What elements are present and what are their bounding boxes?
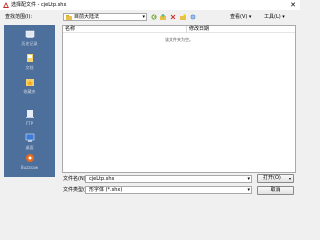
buzzsaw-icon xyxy=(25,154,34,162)
places-item-desktop[interactable]: 桌面 xyxy=(4,133,55,150)
tools-menu-label: 工具(L) xyxy=(264,14,281,20)
places-item-buzzsaw[interactable]: Buzzsaw xyxy=(4,153,55,170)
places-item-label: FTP xyxy=(25,121,34,126)
places-item-history[interactable]: 历史记录 xyxy=(4,29,55,46)
places-bar: 历史记录 文档 收藏夹 FTP 桌面 Buzzsaw xyxy=(4,25,55,177)
new-folder-icon[interactable] xyxy=(180,14,186,20)
folder-icon xyxy=(66,15,72,20)
chevron-down-icon[interactable]: ▾ xyxy=(142,14,145,20)
close-button[interactable]: ✕ xyxy=(289,1,297,9)
back-icon[interactable] xyxy=(151,14,157,20)
file-list[interactable]: 名称 修改日期 该文件夹为空。 xyxy=(62,25,296,173)
favorites-icon xyxy=(25,79,34,86)
autocad-app-icon xyxy=(3,2,9,8)
chevron-down-icon[interactable]: ▾ xyxy=(247,176,250,182)
ftp-icon xyxy=(25,110,34,118)
view-menu-label: 查看(V) xyxy=(230,14,248,20)
places-item-favorites[interactable]: 收藏夹 xyxy=(4,77,55,94)
lookin-label: 查找范围(I): xyxy=(5,14,33,20)
places-item-label: 历史记录 xyxy=(21,41,38,46)
places-item-documents[interactable]: 文档 xyxy=(4,53,55,70)
filename-value: cjeLtp.shx xyxy=(89,176,115,182)
view-menu[interactable]: 查看(V) ▾ xyxy=(230,14,251,20)
tools-menu[interactable]: 工具(L) ▾ xyxy=(264,14,285,20)
title-bar: 选择配文件 - cjeLtp.shx ✕ xyxy=(0,0,300,10)
filetype-select[interactable]: 形字体 (*.shx) ▾ xyxy=(85,186,252,194)
lookin-dropdown[interactable]: 目前大陆法 ▾ xyxy=(63,13,147,21)
filename-input[interactable]: cjeLtp.shx ▾ xyxy=(85,175,252,183)
filetype-value: 形字体 (*.shx) xyxy=(89,187,123,193)
places-item-label: 文档 xyxy=(25,65,34,70)
column-header-modified[interactable]: 修改日期 xyxy=(187,26,295,33)
search-web-icon[interactable] xyxy=(190,14,196,20)
places-item-label: 收藏夹 xyxy=(23,89,36,94)
up-folder-icon[interactable] xyxy=(160,14,166,20)
window-title: 选择配文件 - cjeLtp.shx xyxy=(11,2,67,8)
empty-folder-message: 该文件夹为空。 xyxy=(165,37,193,42)
places-item-label: Buzzsaw xyxy=(20,165,39,170)
lookin-value: 目前大陆法 xyxy=(74,14,100,20)
desktop-icon xyxy=(25,133,34,142)
open-button-label: 打开(O) xyxy=(263,175,281,181)
places-item-ftp[interactable]: FTP xyxy=(4,109,55,126)
column-header-name[interactable]: 名称 xyxy=(63,26,187,33)
cancel-button[interactable]: 取消 xyxy=(257,186,294,195)
chevron-down-icon[interactable]: ▾ xyxy=(247,187,250,193)
history-icon xyxy=(25,30,34,38)
delete-icon[interactable] xyxy=(170,14,176,20)
lookin-toolbar: 查找范围(I): 目前大陆法 ▾ 查看(V) ▾ 工具(L) ▾ xyxy=(0,10,300,24)
chevron-down-icon[interactable]: ▾ xyxy=(289,175,291,182)
documents-icon xyxy=(26,54,33,62)
open-button[interactable]: 打开(O) ▾ xyxy=(257,174,294,183)
places-item-label: 桌面 xyxy=(25,145,34,150)
filename-label: 文件名(N): xyxy=(63,176,88,182)
